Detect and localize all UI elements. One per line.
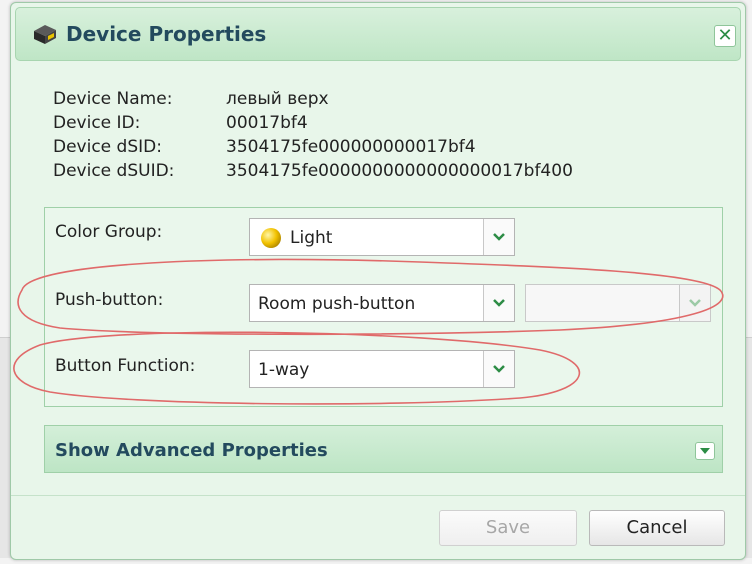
push-button-dropdown-arrow[interactable]: [483, 285, 514, 321]
cancel-button[interactable]: Cancel: [589, 510, 725, 546]
device-name-row: Device Name: левый верх: [53, 89, 713, 113]
info-label: Device ID:: [53, 113, 141, 133]
advanced-properties-label: Show Advanced Properties: [55, 440, 328, 461]
properties-fieldset: Color Group: Light Push-button: Room pus…: [44, 207, 723, 407]
device-dsid-value: 3504175fe000000000017bf4: [226, 137, 476, 157]
color-group-dropdown-arrow[interactable]: [483, 219, 514, 255]
info-label: Device dSID:: [53, 137, 162, 157]
device-properties-dialog: Device Properties ✕ Device Name: левый в…: [10, 2, 746, 560]
device-dsuid-row: Device dSUID: 3504175fe00000000000000000…: [53, 161, 713, 185]
footer-divider: [11, 495, 745, 496]
info-label: Device Name:: [53, 89, 173, 109]
expand-button[interactable]: [695, 442, 715, 460]
button-function-value: 1-way: [258, 360, 310, 380]
push-button-value: Room push-button: [258, 294, 416, 314]
button-function-label: Button Function:: [55, 356, 196, 376]
color-group-value: Light: [290, 228, 333, 248]
device-dsuid-value: 3504175fe0000000000000000017bf400: [226, 161, 573, 181]
close-button[interactable]: ✕: [714, 25, 736, 47]
device-id-row: Device ID: 00017bf4: [53, 113, 713, 137]
advanced-properties-toggle[interactable]: Show Advanced Properties: [44, 425, 723, 473]
device-info: Device Name: левый верх Device ID: 00017…: [53, 89, 713, 185]
device-id-value: 00017bf4: [226, 113, 308, 133]
push-button-secondary-dropdown-arrow[interactable]: [679, 285, 710, 321]
chevron-down-icon: [493, 233, 505, 241]
triangle-down-icon: [700, 448, 710, 454]
button-function-select[interactable]: 1-way: [249, 350, 515, 388]
button-function-dropdown-arrow[interactable]: [483, 351, 514, 387]
push-button-select[interactable]: Room push-button: [249, 284, 515, 322]
chevron-down-icon: [493, 299, 505, 307]
info-label: Device dSUID:: [53, 161, 175, 181]
color-group-select[interactable]: Light: [249, 218, 515, 256]
dialog-title: Device Properties: [66, 22, 267, 46]
push-button-secondary-select[interactable]: [525, 284, 711, 322]
color-group-label: Color Group:: [55, 222, 163, 242]
push-button-label: Push-button:: [55, 290, 164, 310]
light-bulb-icon: [261, 228, 281, 248]
device-dsid-row: Device dSID: 3504175fe000000000017bf4: [53, 137, 713, 161]
device-icon: [34, 25, 56, 44]
save-button[interactable]: Save: [439, 510, 577, 546]
device-name-value: левый верх: [226, 89, 329, 109]
chevron-down-icon: [689, 299, 701, 307]
dialog-titlebar[interactable]: Device Properties ✕: [15, 7, 741, 61]
chevron-down-icon: [493, 365, 505, 373]
